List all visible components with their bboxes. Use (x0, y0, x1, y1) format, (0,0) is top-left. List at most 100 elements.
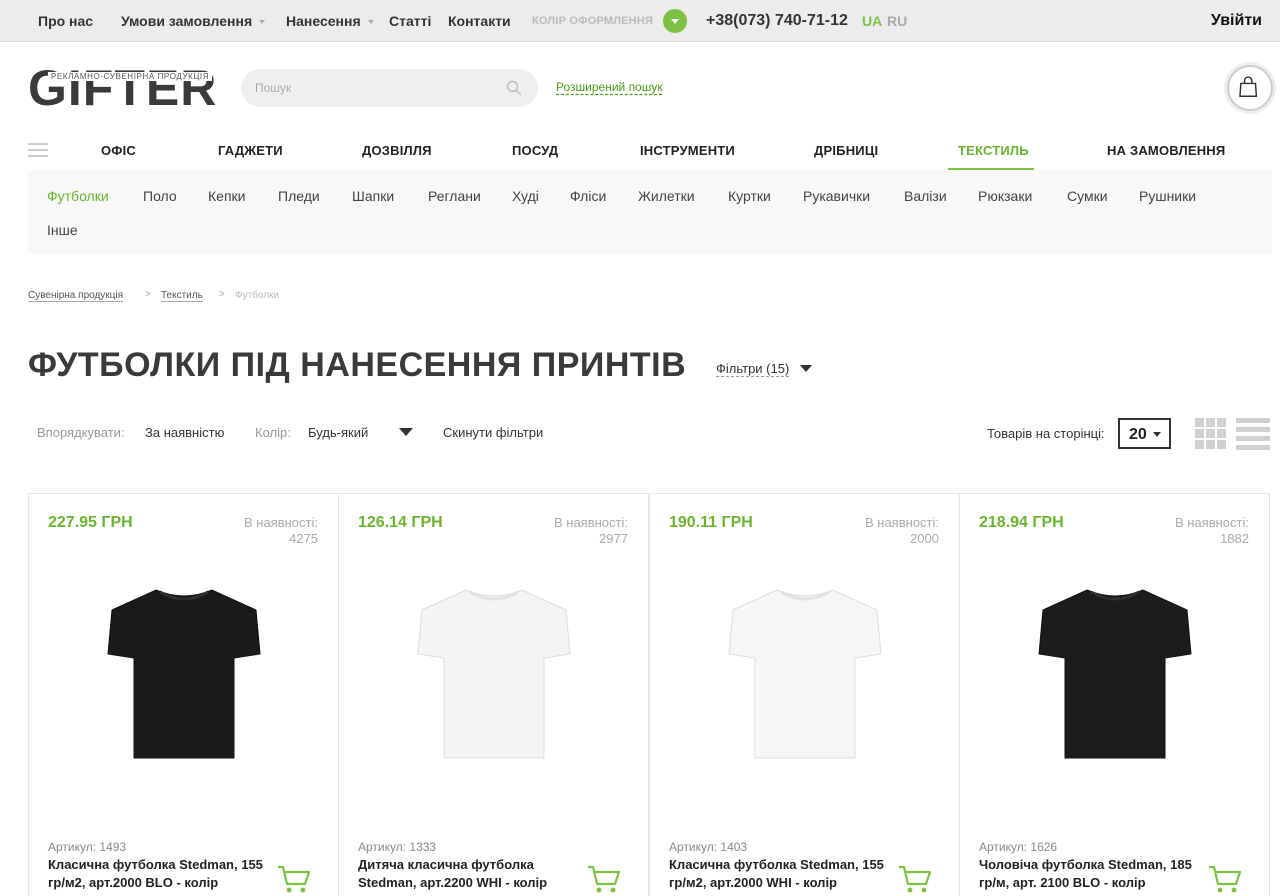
advanced-search-link[interactable]: Розширений пошук (556, 80, 663, 94)
subcategory-caps[interactable]: Кепки (208, 188, 245, 204)
stock-label: В наявності: (553, 515, 628, 530)
tshirt-image[interactable] (414, 584, 574, 764)
product-card[interactable]: 190.11 ГРН В наявності: 2000 Артикул: 14… (649, 493, 960, 896)
category-custom-order[interactable]: НА ЗАМОВЛЕННЯ (1107, 143, 1225, 158)
breadcrumb-separator: > (219, 289, 225, 300)
grid-view-icon[interactable] (1195, 418, 1227, 450)
subcategory-hoodies[interactable]: Худі (512, 188, 539, 204)
logo-subtitle: РЕКЛАМНО-СУВЕНІРНА ПРОДУКЦІЯ (48, 72, 213, 81)
logo-text: GIFTER (28, 60, 218, 116)
printing-label: Нанесення (286, 13, 361, 29)
order-terms-link[interactable]: Умови замовлення (121, 13, 266, 29)
subcategory-tshirts[interactable]: Футболки (47, 188, 109, 204)
product-card[interactable]: 126.14 ГРН В наявності: 2977 Артикул: 13… (338, 493, 649, 896)
product-name[interactable]: Дитяча класична футболка Stedman, арт.22… (358, 856, 573, 892)
lang-ru-link[interactable]: RU (887, 13, 907, 29)
top-bar: Про нас Умови замовлення Нанесення Статт… (0, 0, 1280, 42)
printing-link[interactable]: Нанесення (286, 13, 374, 29)
category-dishes[interactable]: ПОСУД (512, 143, 558, 158)
menu-icon[interactable] (28, 141, 48, 159)
category-small-items[interactable]: ДРІБНИЦІ (814, 143, 878, 158)
tshirt-image[interactable] (725, 584, 885, 764)
product-name[interactable]: Класична футболка Stedman, 155 гр/м2, ар… (48, 856, 263, 892)
color-theme-label: КОЛІР ОФОРМЛЕННЯ (532, 15, 654, 27)
breadcrumb-souvenirs[interactable]: Сувенірна продукція (28, 290, 124, 302)
shopping-bag-icon (1239, 76, 1258, 97)
subcategory-polo[interactable]: Поло (143, 188, 177, 204)
subcategory-panel: Футболки Поло Кепки Пледи Шапки Реглани … (28, 170, 1272, 254)
search-input[interactable] (255, 78, 495, 98)
stock-count: 2977 (599, 531, 628, 546)
stock-label: В наявності: (243, 515, 318, 530)
breadcrumb-current: Футболки (235, 290, 280, 301)
subcategory-backpacks[interactable]: Рюкзаки (978, 188, 1032, 204)
stock-count: 2000 (910, 531, 939, 546)
about-link[interactable]: Про нас (38, 13, 93, 29)
product-article: Артикул: 1333 (358, 840, 437, 854)
sort-label: Впорядкувати: (37, 425, 125, 440)
category-office[interactable]: ОФІС (101, 143, 136, 158)
add-to-cart-icon[interactable] (587, 864, 621, 894)
subcategory-jackets[interactable]: Куртки (728, 188, 771, 204)
category-gadgets[interactable]: ГАДЖЕТИ (218, 143, 283, 158)
chevron-down-icon (367, 20, 374, 25)
page-title: ФУТБОЛКИ ПІД НАНЕСЕННЯ ПРИНТІВ (28, 346, 687, 384)
product-price: 190.11 ГРН (669, 514, 753, 531)
breadcrumb-separator: > (145, 289, 151, 300)
color-theme-button[interactable] (663, 9, 687, 33)
subcategory-vests[interactable]: Жилетки (638, 188, 695, 204)
add-to-cart-icon[interactable] (1208, 864, 1242, 894)
chevron-down-icon[interactable] (399, 428, 413, 436)
color-filter-label: Колір: (255, 425, 291, 440)
breadcrumb-textile[interactable]: Текстиль (161, 290, 203, 302)
subcategory-towels[interactable]: Рушники (1139, 188, 1196, 204)
subcategory-gloves[interactable]: Рукавички (803, 188, 870, 204)
logo[interactable]: GIFTER РЕКЛАМНО-СУВЕНІРНА ПРОДУКЦІЯ (28, 63, 220, 113)
subcategory-bags[interactable]: Сумки (1067, 188, 1108, 204)
per-page-label: Товарів на сторінці: (987, 426, 1105, 441)
stock-label: В наявності: (1174, 515, 1249, 530)
per-page-value: 20 (1129, 426, 1147, 443)
product-price: 227.95 ГРН (48, 514, 133, 531)
stock-label: В наявності: (864, 515, 939, 530)
color-filter-select[interactable]: Будь-який (308, 425, 368, 440)
order-terms-label: Умови замовлення (121, 13, 253, 29)
category-textile[interactable]: ТЕКСТИЛЬ (958, 143, 1029, 158)
subcategory-raglans[interactable]: Реглани (428, 188, 481, 204)
product-article: Артикул: 1403 (669, 840, 748, 854)
product-card[interactable]: 218.94 ГРН В наявності: 1882 Артикул: 16… (959, 493, 1270, 896)
contacts-link[interactable]: Контакти (448, 13, 511, 29)
filters-toggle[interactable]: Фільтри (15) (716, 361, 790, 377)
per-page-select[interactable]: 20 (1118, 418, 1171, 449)
lang-ua-link[interactable]: UA (862, 13, 882, 29)
sort-select[interactable]: За наявністю (145, 425, 224, 440)
subcategory-other[interactable]: Інше (47, 222, 78, 238)
category-leisure[interactable]: ДОЗВІЛЛЯ (362, 143, 432, 158)
chevron-down-icon[interactable] (800, 365, 812, 372)
tshirt-image[interactable] (1035, 584, 1195, 764)
login-link[interactable]: Увійти (1211, 12, 1262, 30)
product-article: Артикул: 1493 (48, 840, 127, 854)
subcategory-blankets[interactable]: Пледи (278, 188, 320, 204)
product-article: Артикул: 1626 (979, 840, 1058, 854)
add-to-cart-icon[interactable] (277, 864, 311, 894)
product-card[interactable]: 227.95 ГРН В наявності: 4275 Артикул: 14… (28, 493, 339, 896)
subcategory-fleeces[interactable]: Фліси (570, 188, 606, 204)
subcategory-suitcases[interactable]: Валізи (904, 188, 947, 204)
add-to-cart-icon[interactable] (898, 864, 932, 894)
product-price: 126.14 ГРН (358, 514, 443, 531)
search-icon[interactable] (506, 80, 522, 96)
product-name[interactable]: Чоловіча футболка Stedman, 185 гр/м, арт… (979, 856, 1194, 892)
stock-count: 1882 (1220, 531, 1249, 546)
chevron-down-icon (259, 20, 266, 25)
cart-button[interactable] (1227, 65, 1273, 111)
category-tools[interactable]: ІНСТРУМЕНТИ (640, 143, 735, 158)
phone-number[interactable]: +38(073) 740-71-12 (706, 12, 848, 30)
articles-link[interactable]: Статті (389, 13, 431, 29)
tshirt-image[interactable] (104, 584, 264, 764)
search-box (241, 69, 538, 107)
subcategory-hats[interactable]: Шапки (352, 188, 394, 204)
list-view-icon[interactable] (1236, 418, 1270, 450)
reset-filters-button[interactable]: Скинути фільтри (443, 425, 543, 440)
product-name[interactable]: Класична футболка Stedman, 155 гр/м2, ар… (669, 856, 884, 892)
